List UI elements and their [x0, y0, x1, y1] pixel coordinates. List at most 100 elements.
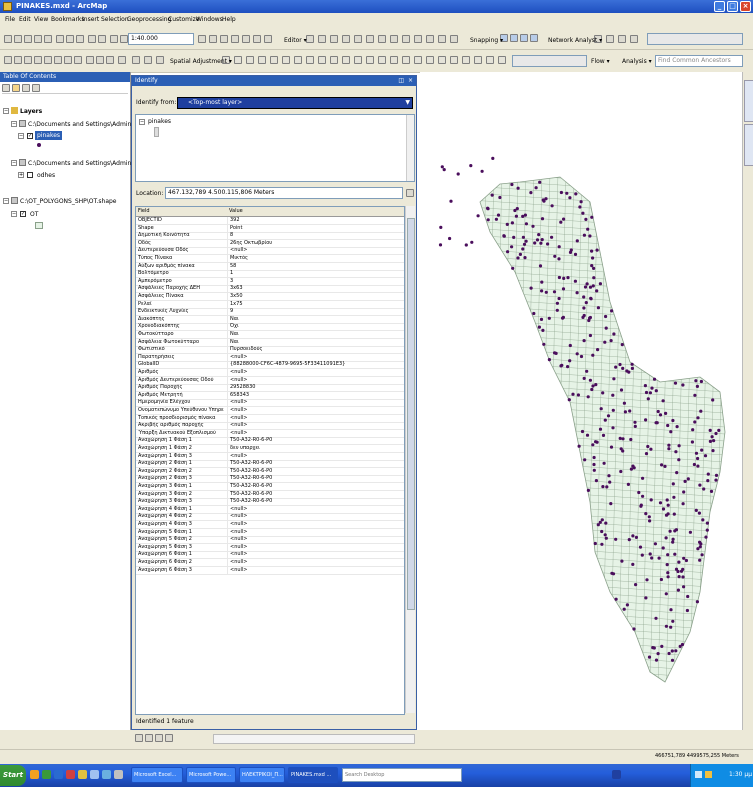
adjustment-tool-icon[interactable]	[402, 56, 410, 64]
lamp-point[interactable]	[671, 482, 675, 486]
adjustment-tool-icon[interactable]	[390, 56, 398, 64]
lamp-point[interactable]	[671, 540, 675, 544]
menu-item-customize[interactable]: Customize	[168, 16, 200, 23]
lamp-point[interactable]	[661, 399, 665, 403]
editor-tool-icon[interactable]	[306, 35, 314, 43]
lamp-point[interactable]	[600, 518, 604, 522]
lamp-point[interactable]	[685, 608, 689, 613]
lamp-point[interactable]	[714, 478, 718, 482]
menu-item-geoprocessing[interactable]: Geoprocessing	[127, 16, 171, 23]
toolbar-tool-icon[interactable]	[253, 35, 261, 43]
quicklaunch-icon[interactable]	[90, 770, 99, 779]
adjustment-tool-icon[interactable]	[438, 56, 446, 64]
lamp-point[interactable]	[578, 205, 582, 209]
lamp-point[interactable]	[664, 513, 669, 517]
navigation-tool-icon[interactable]	[4, 56, 12, 64]
lamp-point[interactable]	[537, 325, 541, 329]
lamp-point[interactable]	[654, 658, 659, 662]
lamp-point[interactable]	[709, 489, 714, 493]
lamp-point[interactable]	[625, 603, 629, 607]
lamp-point[interactable]	[592, 468, 596, 472]
lamp-point[interactable]	[677, 458, 681, 462]
lamp-point[interactable]	[621, 366, 625, 370]
lamp-point[interactable]	[706, 472, 710, 476]
lamp-point[interactable]	[672, 512, 676, 516]
lamp-point[interactable]	[591, 384, 595, 388]
lamp-point[interactable]	[652, 377, 657, 381]
lamp-point[interactable]	[562, 217, 566, 221]
network-tool-icon[interactable]	[618, 35, 626, 43]
lamp-point[interactable]	[604, 521, 608, 525]
navigation-tool-icon[interactable]	[14, 56, 22, 64]
lamp-point[interactable]	[633, 420, 637, 424]
lamp-point[interactable]	[562, 276, 566, 280]
lamp-point[interactable]	[667, 447, 671, 451]
layout-view-icon[interactable]	[145, 734, 153, 742]
toolbar-tool-icon[interactable]	[66, 35, 74, 43]
lamp-point[interactable]	[655, 421, 659, 425]
lamp-point[interactable]	[512, 235, 516, 239]
lamp-point[interactable]	[648, 391, 652, 395]
scroll-thumb[interactable]	[407, 218, 415, 610]
lamp-point[interactable]	[595, 440, 599, 444]
group1-expander[interactable]: −	[11, 121, 17, 127]
quicklaunch-icon[interactable]	[66, 770, 75, 779]
lamp-point[interactable]	[659, 577, 663, 582]
lamp-point[interactable]	[631, 562, 635, 566]
lamp-point[interactable]	[628, 409, 632, 413]
lamp-point[interactable]	[717, 428, 721, 432]
lamp-point[interactable]	[645, 578, 649, 582]
lamp-point[interactable]	[677, 560, 681, 564]
lamp-point[interactable]	[538, 180, 542, 184]
quicklaunch-icon[interactable]	[78, 770, 87, 779]
minimize-icon[interactable]: _	[714, 1, 725, 12]
lamp-point[interactable]	[674, 528, 678, 532]
menu-item-view[interactable]: View	[34, 16, 48, 23]
lamp-point[interactable]	[523, 256, 527, 260]
lamp-point[interactable]	[619, 388, 624, 392]
lamp-point[interactable]	[542, 342, 546, 346]
lamp-point[interactable]	[652, 646, 656, 650]
lamp-point[interactable]	[591, 353, 595, 357]
adjustment-tool-icon[interactable]	[414, 56, 422, 64]
adjustment-tool-icon[interactable]	[366, 56, 374, 64]
lamp-point[interactable]	[592, 276, 596, 280]
map-canvas[interactable]	[420, 72, 742, 730]
lamp-point[interactable]	[670, 658, 675, 662]
lamp-point[interactable]	[675, 425, 679, 429]
lamp-point[interactable]	[693, 393, 697, 397]
lamp-point[interactable]	[699, 409, 703, 413]
lamp-point[interactable]	[672, 495, 676, 499]
lamp-point[interactable]	[656, 652, 660, 656]
lamp-point[interactable]	[644, 390, 649, 395]
lamp-point[interactable]	[603, 340, 607, 344]
adjustment-tool-icon[interactable]	[378, 56, 386, 64]
lamp-point[interactable]	[591, 284, 595, 288]
lamp-point[interactable]	[573, 252, 578, 256]
toolbar-tool-icon[interactable]	[98, 35, 106, 43]
lamp-point[interactable]	[677, 575, 681, 579]
lamp-point[interactable]	[585, 433, 590, 437]
editor-menu[interactable]: Editor ▾	[284, 37, 307, 44]
adjustment-tool-icon[interactable]	[258, 56, 266, 64]
lamp-point[interactable]	[521, 247, 525, 251]
layer-odhes[interactable]: odhes	[37, 172, 55, 179]
table-row[interactable]: Αναχώρηση 6 Φάση 3 <null>	[136, 566, 404, 575]
lamp-point[interactable]	[653, 542, 657, 546]
lamp-point[interactable]	[480, 169, 484, 173]
lamp-point[interactable]	[581, 211, 585, 215]
close-icon[interactable]: ×	[740, 1, 751, 12]
lamp-point[interactable]	[516, 256, 520, 260]
lamp-point[interactable]	[647, 515, 651, 519]
toolbar-tool-icon[interactable]	[120, 35, 128, 43]
lamp-point[interactable]	[600, 529, 604, 534]
lamp-point[interactable]	[699, 542, 703, 546]
quicklaunch-icon[interactable]	[30, 770, 39, 779]
lamp-point[interactable]	[609, 502, 613, 506]
lamp-point[interactable]	[573, 279, 577, 283]
lamp-point[interactable]	[586, 488, 590, 492]
lamp-point[interactable]	[621, 449, 625, 453]
editor-tool-icon[interactable]	[366, 35, 374, 43]
adjustment-tool-icon[interactable]	[498, 56, 506, 64]
lamp-point[interactable]	[644, 452, 649, 456]
